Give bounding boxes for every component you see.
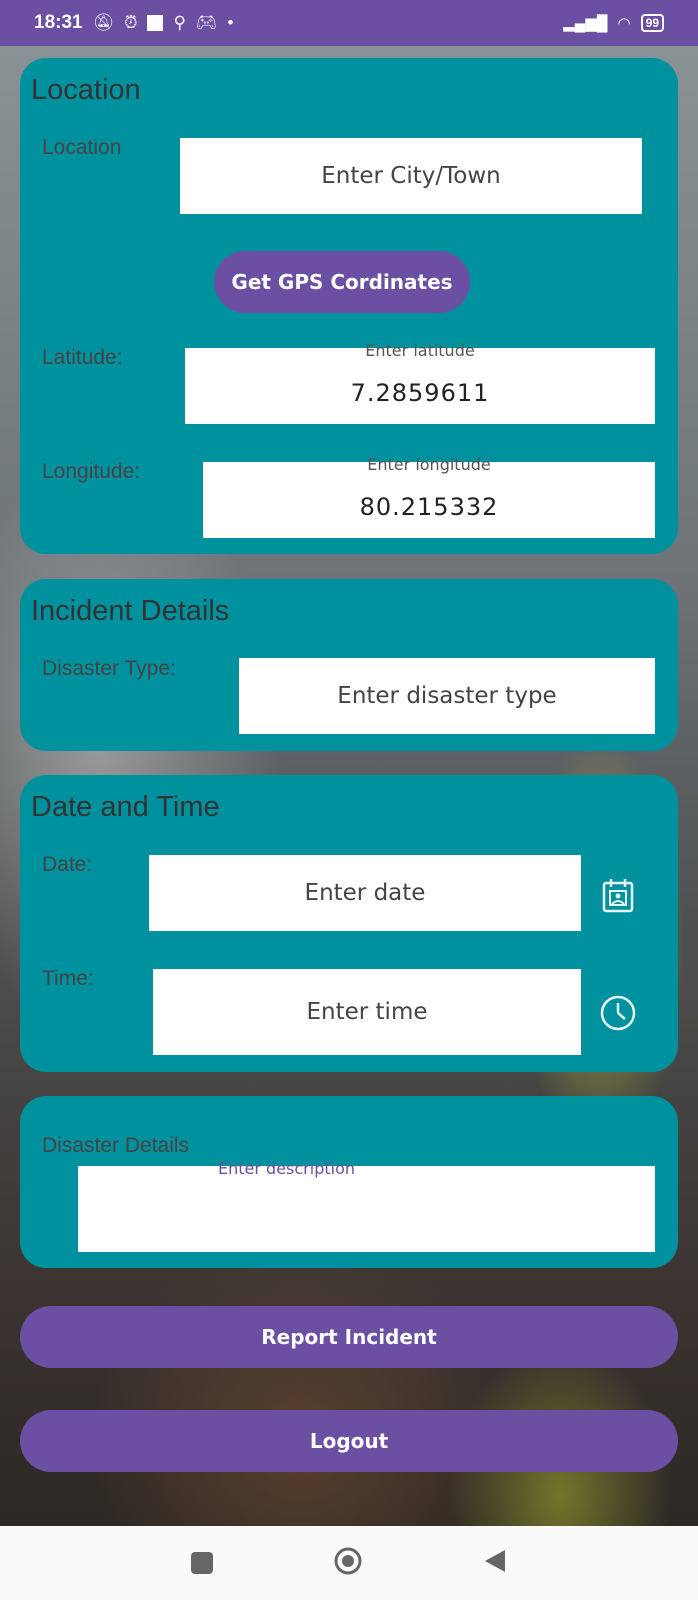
- clock-icon[interactable]: [598, 993, 638, 1033]
- description-hint: Enter description: [218, 1159, 355, 1178]
- location-label: Location: [42, 136, 122, 159]
- report-incident-button[interactable]: Report Incident: [20, 1306, 678, 1368]
- status-bar: 18:31 🔕︎ ⏰︎ ⚲ 🎮︎ • ▂▄▆█ ◠ 99: [0, 0, 698, 46]
- wifi-icon: ◠: [617, 15, 631, 32]
- game-controller-icon: 🎮︎: [195, 13, 218, 32]
- location-placeholder: Enter City/Town: [321, 163, 501, 189]
- disaster-type-label: Disaster Type:: [42, 657, 176, 680]
- logout-button[interactable]: Logout: [20, 1410, 678, 1472]
- navigation-bar: [0, 1526, 698, 1600]
- get-gps-button[interactable]: Get GPS Cordinates: [214, 251, 470, 313]
- location-card-title: Location: [31, 74, 141, 106]
- disaster-details-label: Disaster Details: [42, 1134, 190, 1157]
- home-circle-icon[interactable]: [333, 1546, 363, 1581]
- notification-square-icon: [147, 15, 164, 31]
- signal-icon: ▂▄▆█: [563, 15, 608, 32]
- incident-card-title: Incident Details: [31, 595, 230, 627]
- status-icons: 🔕︎ ⏰︎ ⚲ 🎮︎ •: [93, 13, 234, 33]
- longitude-hint: Enter longitude: [367, 455, 491, 474]
- latitude-label: Latitude:: [42, 346, 123, 369]
- back-triangle-icon[interactable]: [483, 1548, 507, 1579]
- location-card: Location Location Enter City/Town Get GP…: [20, 58, 678, 554]
- description-input[interactable]: Enter description: [78, 1159, 655, 1252]
- disaster-details-card: Disaster Details Enter description: [20, 1096, 678, 1268]
- status-time: 18:31: [34, 12, 83, 33]
- date-time-card-title: Date and Time: [31, 791, 220, 823]
- calendar-icon[interactable]: [598, 875, 638, 915]
- disaster-type-placeholder: Enter disaster type: [337, 683, 557, 709]
- time-input[interactable]: Enter time: [153, 969, 581, 1055]
- latitude-value: 7.2859611: [350, 379, 490, 407]
- longitude-label: Longitude:: [42, 460, 141, 483]
- latitude-hint: Enter latitude: [365, 341, 475, 360]
- battery-icon: 99: [640, 14, 664, 32]
- location-input[interactable]: Enter City/Town: [180, 138, 642, 214]
- mute-icon: 🔕︎: [92, 13, 115, 32]
- time-placeholder: Enter time: [306, 999, 428, 1025]
- incident-details-card: Incident Details Disaster Type: Enter di…: [20, 579, 678, 751]
- date-label: Date:: [42, 853, 93, 876]
- date-placeholder: Enter date: [304, 880, 426, 906]
- longitude-input[interactable]: Enter longitude 80.215332: [203, 455, 655, 538]
- alarm-icon: ⏰︎: [124, 13, 138, 32]
- location-pin-icon: ⚲: [173, 13, 186, 32]
- date-time-card: Date and Time Date: Enter date Time: Ent…: [20, 775, 678, 1072]
- dot-icon: •: [227, 13, 234, 32]
- date-input[interactable]: Enter date: [149, 855, 581, 931]
- recents-square-icon[interactable]: [191, 1552, 213, 1574]
- status-right: ▂▄▆█ ◠ 99: [563, 14, 664, 32]
- longitude-value: 80.215332: [359, 493, 499, 521]
- latitude-input[interactable]: Enter latitude 7.2859611: [185, 341, 655, 424]
- time-label: Time:: [42, 967, 94, 990]
- disaster-type-input[interactable]: Enter disaster type: [239, 658, 655, 734]
